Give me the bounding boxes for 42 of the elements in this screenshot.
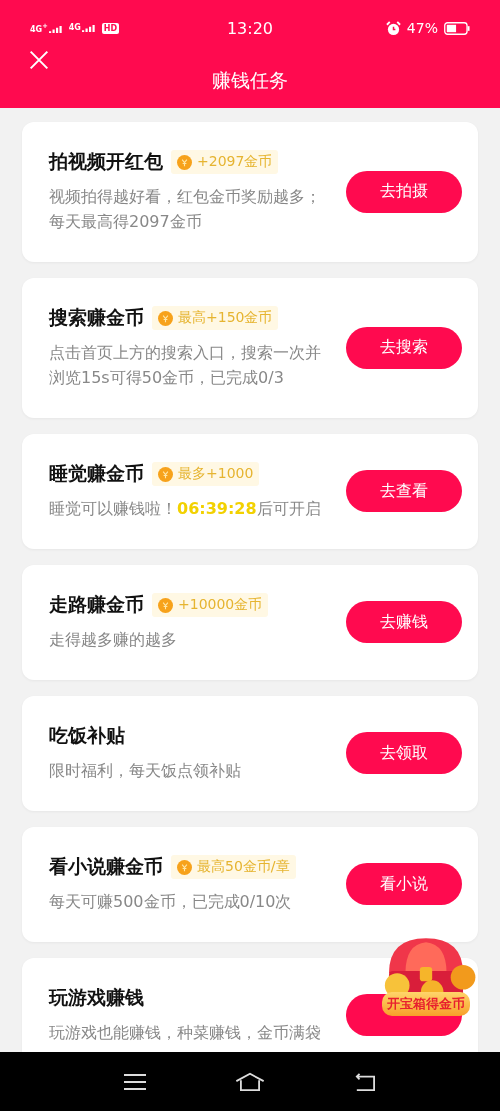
task-button[interactable]: 去赚钱: [346, 601, 462, 643]
task-button[interactable]: 去搜索: [346, 326, 462, 369]
battery-icon: [444, 21, 470, 35]
reward-amount: +10000金币: [178, 596, 263, 614]
task-title: 吃饭补贴: [49, 723, 125, 748]
hd-badge: HD: [101, 22, 120, 34]
signal-indicator: 4G$^{+}$: [30, 22, 63, 34]
battery-percent: 47%: [406, 20, 438, 36]
task-description: 视频拍得越好看，红包金币奖励越多；每天最高得2097金币: [49, 186, 322, 233]
task-button[interactable]: 去查看: [346, 470, 462, 512]
task-button[interactable]: 去领取: [346, 732, 462, 774]
signal-indicator: 4G: [68, 24, 96, 32]
task-title: 看小说赚金币: [49, 854, 163, 879]
coin-icon: [158, 466, 173, 482]
reward-amount: +2097金币: [197, 153, 273, 171]
menu-icon[interactable]: [123, 1071, 148, 1092]
task-title: 睡觉赚金币: [49, 461, 144, 486]
task-description: 点击首页上方的搜索入口，搜索一次并浏览15s可得50金币，已完成0/3: [49, 342, 322, 389]
task-button[interactable]: 看小说: [346, 863, 462, 905]
task-description: 走得越多赚的越多: [49, 629, 178, 651]
home-icon[interactable]: [234, 1071, 266, 1092]
coin-icon: [158, 597, 173, 613]
task-button[interactable]: 去拍摄: [346, 170, 462, 213]
reward-amount: 最高50金币/章: [197, 858, 290, 876]
task-description: 玩游戏也能赚钱，种菜赚钱，金币满袋: [49, 1022, 322, 1044]
close-icon[interactable]: [29, 50, 49, 70]
task-title: 玩游戏赚钱: [49, 985, 144, 1010]
page-title: 赚钱任务: [212, 68, 288, 93]
task-title: 拍视频开红包: [49, 149, 163, 174]
task-title: 走路赚金币: [49, 592, 144, 617]
task-description: 限时福利，每天饭点领补贴: [49, 760, 242, 782]
treasure-chest-badge[interactable]: 开宝箱得金币: [372, 932, 480, 1016]
clock-time: 13:20: [226, 18, 274, 38]
task-description: 每天可赚500金币，已完成0/10次: [49, 891, 293, 913]
coin-icon: [158, 310, 173, 326]
task-description: 睡觉可以赚钱啦！06:39:28后可开启: [49, 498, 322, 520]
reward-amount: 最多+1000: [178, 465, 254, 483]
coin-icon: [177, 154, 192, 170]
reward-amount: 最高+150金币: [178, 309, 273, 327]
alarm-icon: [385, 20, 401, 36]
task-title: 搜索赚金币: [49, 305, 144, 330]
coin-icon: [177, 859, 192, 875]
